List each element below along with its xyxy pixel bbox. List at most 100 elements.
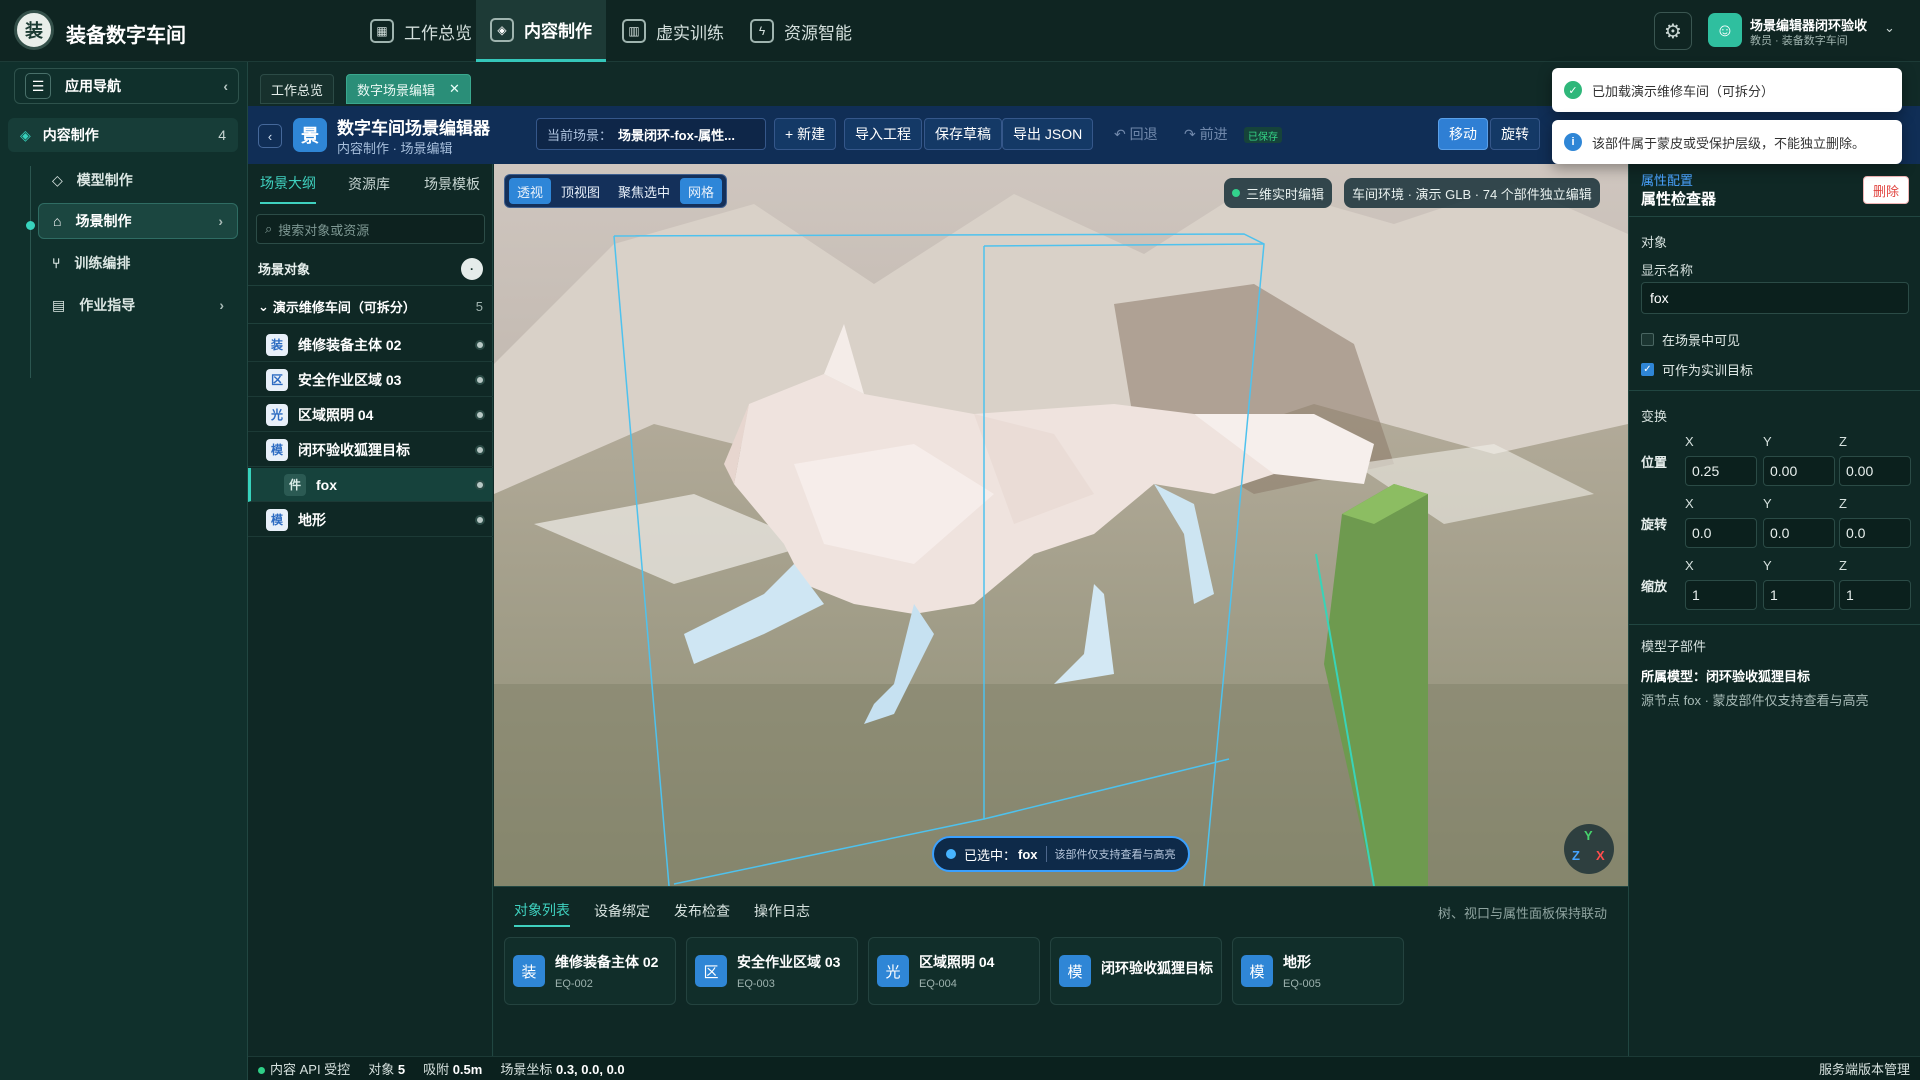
redo-button[interactable]: ↷ 前进 — [1174, 118, 1238, 150]
sidebar-group-content[interactable]: ◈ 内容制作 4 — [8, 118, 238, 152]
visibility-icon[interactable] — [477, 376, 483, 383]
back-button[interactable]: ‹ — [258, 124, 282, 148]
search-input[interactable]: ⌕ 搜索对象或资源 — [256, 214, 485, 244]
tree-item[interactable]: 区安全作业区域 03 — [248, 363, 493, 397]
object-card[interactable]: 模闭环验收狐狸目标 — [1050, 937, 1222, 1005]
rotate-tool-button[interactable]: 旋转 — [1490, 118, 1540, 150]
rotation-x-input[interactable]: 0.0 — [1685, 518, 1757, 548]
collapse-icon[interactable]: ‹ — [223, 78, 228, 94]
tree-item[interactable]: 光区域照明 04 — [248, 398, 493, 432]
axis-label: X — [1685, 496, 1694, 511]
settings-gear-icon[interactable]: ⚙ — [1654, 12, 1692, 50]
api-status: 内容 API 受控 — [258, 1059, 350, 1078]
app-sidebar: ☰ 应用导航 ‹ ◈ 内容制作 4 ◇ 模型制作 ⌂ 场景制作 › ⑂ 训练编排 ▤ 作业… — [0, 62, 248, 1080]
link-note: 树、视口与属性面板保持联动 — [1438, 906, 1608, 921]
scale-z-input[interactable]: 1 — [1839, 580, 1911, 610]
toggle-icon[interactable]: · — [461, 257, 483, 280]
close-icon[interactable]: ✕ — [449, 81, 460, 97]
save-draft-button[interactable]: 保存草稿 — [924, 118, 1002, 150]
display-name-field[interactable]: fox — [1641, 282, 1909, 314]
cube-icon: ◈ — [20, 126, 31, 143]
sidebar-item-guide[interactable]: ▤ 作业指导 › — [38, 287, 238, 323]
tab-operation-log[interactable]: 操作日志 — [754, 895, 810, 927]
success-toast[interactable]: ✓ 已加载演示维修车间（可拆分） — [1552, 68, 1902, 112]
tab-object-list[interactable]: 对象列表 — [514, 895, 570, 927]
nav-overview[interactable]: ▦ 工作总览 — [356, 0, 486, 62]
undo-button[interactable]: ↶ 回退 — [1104, 118, 1168, 150]
tree-root[interactable]: ⌄ 演示维修车间（可拆分） 5 — [248, 290, 493, 324]
tab-templates[interactable]: 场景模板 — [424, 164, 480, 204]
perspective-button[interactable]: 透视 — [509, 178, 552, 204]
axis-label: X — [1685, 558, 1694, 573]
menu-icon[interactable]: ☰ — [25, 73, 51, 99]
visible-checkbox[interactable]: 在场景中可见 — [1641, 330, 1740, 349]
app-logo: 装 — [14, 10, 54, 50]
tab-assets[interactable]: 资源库 — [348, 164, 390, 204]
sub-part-section-title: 模型子部件 — [1641, 639, 1707, 654]
user-role: 教员 · 装备数字车间 — [1750, 35, 1848, 47]
tree-item[interactable]: 模地形 — [248, 503, 493, 537]
tree-item-selected[interactable]: 件 fox — [248, 468, 493, 502]
visibility-icon[interactable] — [477, 516, 483, 523]
selected-dot-icon — [946, 849, 956, 859]
axis-gizmo[interactable]: Y Z X — [1564, 824, 1614, 874]
tab-outline[interactable]: 场景大纲 — [260, 164, 316, 204]
info-toast[interactable]: i 该部件属于蒙皮或受保护层级，不能独立删除。 — [1552, 120, 1902, 164]
version-management[interactable]: 服务端版本管理 — [1819, 1059, 1910, 1078]
avatar[interactable]: ☺ — [1708, 13, 1742, 47]
position-z-input[interactable]: 0.00 — [1839, 456, 1911, 486]
current-scene-selector[interactable]: 当前场景： 场景闭环-fox-属性... — [536, 118, 766, 150]
sidebar-item-scene[interactable]: ⌂ 场景制作 › — [38, 203, 238, 239]
sidebar-item-model[interactable]: ◇ 模型制作 — [38, 162, 238, 198]
visibility-icon[interactable] — [477, 411, 483, 418]
property-config-link[interactable]: 属性配置 — [1641, 170, 1693, 189]
import-button[interactable]: 导入工程 — [844, 118, 922, 150]
sidebar-title: 应用导航 — [65, 78, 121, 94]
chevron-down-icon: ⌄ — [258, 298, 269, 314]
visibility-icon[interactable] — [477, 446, 483, 453]
nav-training[interactable]: ▥ 虚实训练 — [608, 0, 738, 62]
app-title: 装备数字车间 — [66, 25, 186, 47]
tab-publish-check[interactable]: 发布检查 — [674, 895, 730, 927]
rotation-z-input[interactable]: 0.0 — [1839, 518, 1911, 548]
object-card[interactable]: 光区域照明 04 EQ-004 — [868, 937, 1040, 1005]
object-card[interactable]: 模地形 EQ-005 — [1232, 937, 1404, 1005]
tree-line — [30, 166, 31, 378]
object-card[interactable]: 区安全作业区域 03 EQ-003 — [686, 937, 858, 1005]
nav-resources[interactable]: ϟ 资源智能 — [736, 0, 866, 62]
divider — [1629, 390, 1920, 391]
scene-render[interactable] — [494, 164, 1628, 886]
axis-label: Y — [1763, 496, 1772, 511]
axis-label: Z — [1839, 558, 1847, 573]
divider — [1629, 624, 1920, 625]
object-count: 对象 5 — [368, 1062, 406, 1077]
visibility-icon[interactable] — [477, 481, 483, 488]
divider — [1629, 216, 1920, 217]
chevron-down-icon[interactable]: ⌄ — [1884, 20, 1895, 36]
visibility-icon[interactable] — [477, 341, 483, 348]
editor-breadcrumb: 内容制作 · 场景编辑 — [337, 141, 453, 156]
scale-y-input[interactable]: 1 — [1763, 580, 1835, 610]
scale-x-input[interactable]: 1 — [1685, 580, 1757, 610]
focus-selected-button[interactable]: 聚焦选中 — [610, 178, 678, 204]
top-view-button[interactable]: 顶视图 — [553, 178, 608, 204]
training-target-checkbox[interactable]: ✓ 可作为实训目标 — [1641, 360, 1753, 379]
export-json-button[interactable]: 导出 JSON — [1002, 118, 1094, 150]
group-count: 4 — [218, 127, 226, 143]
new-button[interactable]: + 新建 — [774, 118, 837, 150]
tab-device-binding[interactable]: 设备绑定 — [594, 895, 650, 927]
tree-item[interactable]: 装维修装备主体 02 — [248, 328, 493, 362]
3d-viewport[interactable]: 透视 顶视图 聚焦选中 网格 三维实时编辑 车间环境 · 演示 GLB · 74… — [494, 164, 1628, 886]
delete-button[interactable]: 删除 — [1863, 176, 1909, 204]
rotation-y-input[interactable]: 0.0 — [1763, 518, 1835, 548]
move-tool-button[interactable]: 移动 — [1438, 118, 1488, 150]
grid-toggle-button[interactable]: 网格 — [680, 178, 723, 204]
object-card[interactable]: 装维修装备主体 02 EQ-002 — [504, 937, 676, 1005]
position-x-input[interactable]: 0.25 — [1685, 456, 1757, 486]
nav-content[interactable]: ◈ 内容制作 — [476, 0, 606, 62]
tree-item[interactable]: 模闭环验收狐狸目标 — [248, 433, 493, 467]
tab-overview[interactable]: 工作总览 — [260, 74, 335, 104]
sidebar-item-training[interactable]: ⑂ 训练编排 — [38, 245, 238, 281]
position-y-input[interactable]: 0.00 — [1763, 456, 1835, 486]
tab-scene-editor[interactable]: 数字场景编辑 ✕ — [346, 74, 471, 104]
